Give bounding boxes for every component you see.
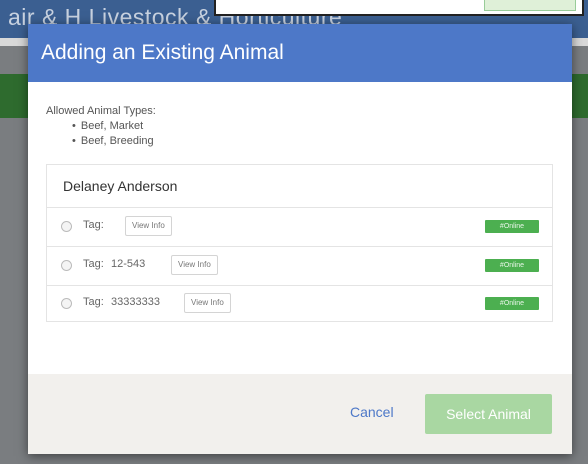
animal-radio[interactable] (61, 298, 72, 309)
tag-value: 12-543 (111, 258, 146, 270)
tag-label: Tag: (83, 258, 104, 270)
allowed-types-label: Allowed Animal Types: (46, 105, 156, 117)
add-animal-modal: Adding an Existing Animal Allowed Animal… (28, 24, 572, 454)
background-box-green (484, 0, 576, 11)
modal-header: Adding an Existing Animal (28, 24, 572, 82)
owner-name: Delaney Anderson (63, 178, 178, 194)
cancel-button[interactable]: Cancel (350, 404, 394, 420)
allowed-types: Allowed Animal Types: Beef, Market Beef,… (46, 104, 156, 149)
allowed-type-item: Beef, Breeding (72, 134, 156, 149)
animal-row[interactable]: Tag: View Info #Online (47, 208, 552, 246)
tag-label: Tag: (83, 296, 104, 308)
status-badge: #Online (485, 220, 539, 233)
animal-radio[interactable] (61, 221, 72, 232)
allowed-type-item: Beef, Market (72, 119, 156, 134)
view-info-button[interactable]: View Info (171, 255, 218, 275)
modal-title: Adding an Existing Animal (41, 41, 284, 64)
view-info-button[interactable]: View Info (125, 216, 172, 236)
status-badge: #Online (485, 297, 539, 310)
background-panel-left (0, 74, 30, 118)
animal-radio[interactable] (61, 260, 72, 271)
animal-row[interactable]: Tag: 12-543 View Info #Online (47, 247, 552, 285)
tag-label: Tag: (83, 219, 104, 231)
view-info-button[interactable]: View Info (184, 293, 231, 313)
status-badge: #Online (485, 259, 539, 272)
allowed-types-list: Beef, Market Beef, Breeding (46, 119, 156, 149)
select-animal-button[interactable]: Select Animal (425, 394, 552, 434)
tag-value: 33333333 (111, 296, 160, 308)
modal-footer: Cancel Select Animal (28, 374, 572, 454)
animal-row[interactable]: Tag: 33333333 View Info #Online (47, 285, 552, 323)
animal-list-card: Delaney Anderson Tag: View Info #Online … (46, 164, 553, 322)
